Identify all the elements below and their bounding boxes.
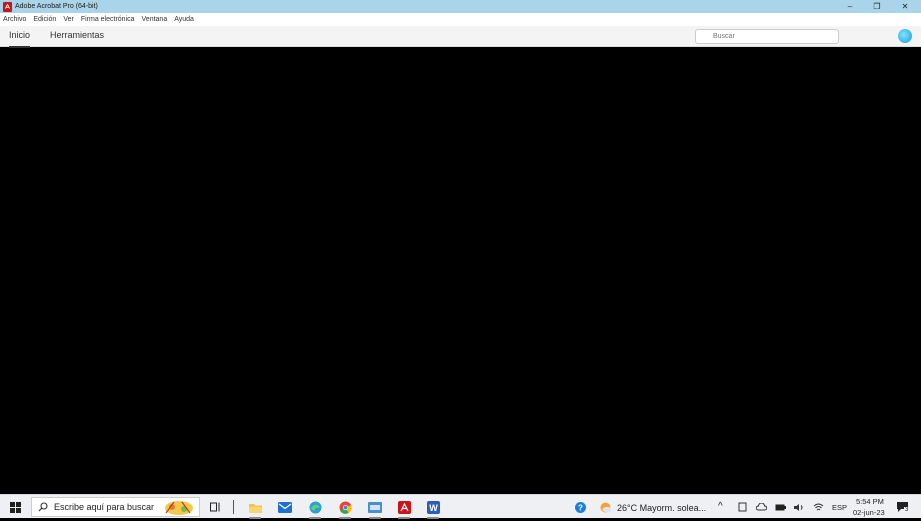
menu-edicion[interactable]: Edición — [33, 16, 56, 23]
menu-ventana[interactable]: Ventana — [142, 16, 168, 23]
taskbar-search-label: Escribe aquí para buscar — [54, 502, 155, 512]
windows-start-icon[interactable] — [8, 500, 22, 514]
restore-button[interactable]: ❐ — [863, 0, 891, 13]
battery-icon[interactable] — [773, 500, 787, 514]
terminal-app-icon[interactable] — [368, 500, 382, 519]
file-explorer-icon[interactable] — [248, 500, 262, 519]
search-highlight-illustration-icon — [160, 499, 198, 516]
document-area[interactable] — [0, 48, 921, 494]
show-hidden-icons-chevron-icon[interactable]: ^ — [718, 501, 723, 512]
notification-count-badge: 3 — [904, 507, 910, 513]
close-button[interactable]: ✕ — [891, 0, 919, 13]
svg-text:?: ? — [578, 503, 583, 512]
avatar[interactable] — [898, 29, 912, 43]
window-title: Adobe Acrobat Pro (64-bit) — [15, 3, 98, 10]
chrome-icon[interactable] — [338, 500, 352, 519]
acrobat-taskbar-icon[interactable] — [397, 500, 411, 519]
weather-text[interactable]: 26°C Mayorm. solea... — [617, 503, 706, 513]
notification-center-icon[interactable]: 3 — [895, 500, 910, 514]
weather-sun-icon[interactable] — [598, 500, 612, 514]
search-input[interactable] — [695, 29, 839, 44]
volume-icon[interactable] — [792, 500, 806, 514]
minimize-button[interactable]: – — [836, 0, 864, 13]
menu-ayuda[interactable]: Ayuda — [174, 16, 194, 23]
taskbar-divider — [233, 500, 234, 514]
menu-bar: Archivo Edición Ver Firma electrónica Ve… — [0, 13, 921, 26]
help-assistant-icon[interactable]: ? — [573, 500, 587, 514]
menu-archivo[interactable]: Archivo — [3, 16, 26, 23]
acrobat-logo-icon — [3, 1, 12, 12]
clock-time[interactable]: 5:54 PM — [856, 497, 884, 506]
language-indicator[interactable]: ESP — [832, 503, 847, 512]
taskbar: Escribe aquí para buscar W ? 26°C Mayorm… — [0, 494, 921, 519]
title-bar: Adobe Acrobat Pro (64-bit) — [0, 0, 921, 13]
cloud-drive-icon[interactable] — [754, 500, 768, 514]
menu-firma-electronica[interactable]: Firma electrónica — [81, 16, 135, 23]
device-icon[interactable] — [735, 500, 749, 514]
word-icon[interactable]: W — [426, 500, 440, 519]
wifi-icon[interactable] — [811, 500, 825, 514]
search-icon — [38, 502, 48, 512]
tab-inicio[interactable]: Inicio — [9, 30, 31, 48]
task-view-icon[interactable] — [208, 500, 222, 514]
menu-ver[interactable]: Ver — [63, 16, 74, 23]
mail-icon[interactable] — [278, 500, 292, 514]
edge-browser-icon[interactable] — [308, 500, 322, 519]
tab-herramientas[interactable]: Herramientas — [50, 30, 104, 40]
clock-date[interactable]: 02-jun-23 — [853, 508, 885, 517]
svg-text:W: W — [429, 503, 438, 513]
taskbar-search-box[interactable]: Escribe aquí para buscar — [31, 497, 200, 517]
